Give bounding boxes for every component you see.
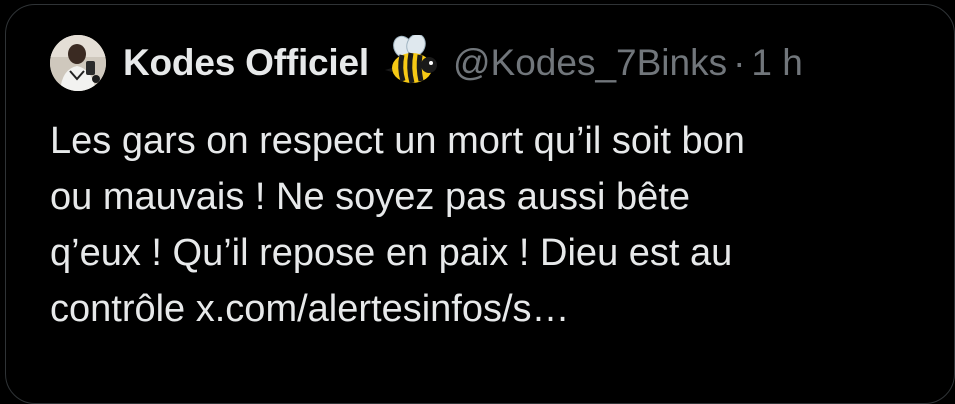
tweet-text-line: ou mauvais ! Ne soyez pas aussi bête <box>50 176 691 218</box>
tweet-text: Les gars on respect un mort qu’il soit b… <box>50 113 930 337</box>
tweet-text-line: q’eux ! Qu’il repose en paix ! Dieu est … <box>50 232 733 274</box>
tweet-card[interactable]: Kodes Officiel @Kodes_7Binks · 1 h Les g… <box>5 4 955 404</box>
avatar[interactable] <box>50 35 106 91</box>
author-handle[interactable]: @Kodes_7Binks <box>453 42 727 84</box>
avatar-image <box>50 35 106 91</box>
bee-icon <box>383 33 441 91</box>
tweet-text-line: contrôle x.com/alertesinfos/s… <box>50 288 570 330</box>
tweet-text-line: Les gars on respect un mort qu’il soit b… <box>50 120 745 162</box>
tweet-timestamp[interactable]: 1 h <box>751 42 802 84</box>
author-display-name[interactable]: Kodes Officiel <box>123 42 369 84</box>
separator-dot: · <box>733 42 746 83</box>
tweet-header: Kodes Officiel @Kodes_7Binks · 1 h <box>50 33 803 91</box>
